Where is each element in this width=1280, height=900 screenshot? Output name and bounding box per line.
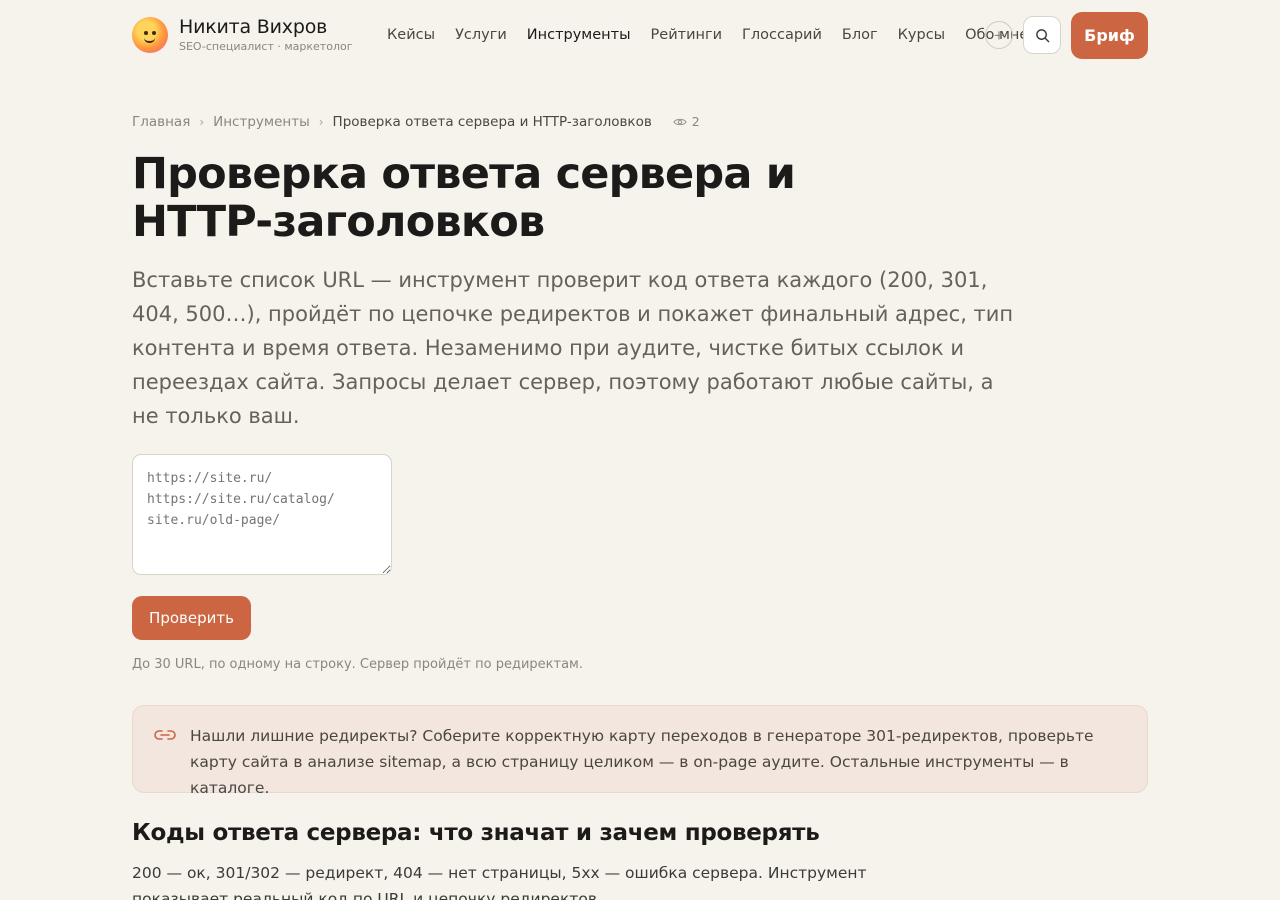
page-title: Проверка ответа сервера и HTTP-заголовко… [132,149,796,247]
nav-item-cases[interactable]: Кейсы [387,24,435,46]
avatar [132,17,168,53]
main-nav: Кейсы Услуги Инструменты Рейтинги Глосса… [387,24,1048,46]
brand: Никита Вихров SEO-специалист · маркетоло… [179,16,353,54]
callout-text: Нашли лишние редиректы? Соберите коррект… [190,727,1094,797]
breadcrumb: Главная › Инструменты › Проверка ответа … [132,113,700,131]
site-logo[interactable]: Никита Вихров SEO-специалист · маркетоло… [132,16,353,54]
view-count-value: 2 [691,114,700,129]
search-icon [1035,28,1049,42]
search-button[interactable] [1023,16,1061,54]
link-icon [154,730,176,740]
view-count: 2 [673,113,700,131]
section-body: 200 — ок, 301/302 — редирект, 404 — нет … [132,864,867,900]
page-lead: Вставьте список URL — инструмент провери… [132,268,1014,428]
nav-item-blog[interactable]: Блог [842,24,878,46]
breadcrumb-separator: › [199,115,205,129]
brand-name: Никита Вихров [179,16,328,38]
nav-item-tools[interactable]: Инструменты [527,24,631,46]
breadcrumb-separator: › [318,115,324,129]
breadcrumb-current: Проверка ответа сервера и HTTP-заголовко… [332,114,652,130]
section-title: Коды ответа сервера: что значат и зачем … [132,820,820,846]
related-tools-callout: Нашли лишние редиректы? Соберите коррект… [132,705,1148,797]
brief-button[interactable]: Бриф [1071,12,1148,59]
eye-icon [673,118,687,126]
breadcrumb-tools[interactable]: Инструменты [213,113,310,131]
nav-item-ratings[interactable]: Рейтинги [651,24,722,46]
url-list-input[interactable] [132,454,392,575]
brand-subtitle: SEO-специалист · маркетолог [179,40,353,53]
breadcrumb-home[interactable]: Главная [132,113,190,131]
plus-icon: + [994,25,1004,45]
more-button[interactable]: + [985,21,1013,49]
form-hint: До 30 URL, по одному на строку. Сервер п… [132,657,583,672]
site-header: Никита Вихров SEO-специалист · маркетоло… [0,0,1280,70]
nav-item-glossary[interactable]: Глоссарий [742,24,822,46]
nav-item-services[interactable]: Услуги [455,24,507,46]
nav-item-courses[interactable]: Курсы [898,24,946,46]
check-button[interactable]: Проверить [132,596,251,640]
